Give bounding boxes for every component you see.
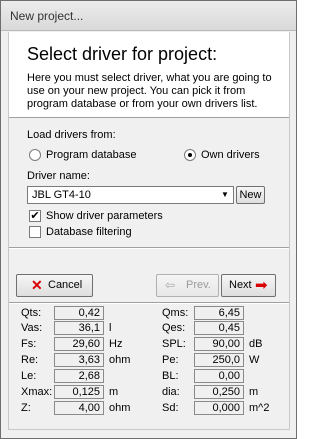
param-value: 0,00 [194, 369, 244, 383]
prev-button[interactable]: ⇦ Prev. [156, 274, 219, 297]
page-description: Here you must select driver, what you ar… [27, 72, 272, 110]
param-label: Xmax: [21, 386, 53, 398]
param-value: 250,0 [194, 353, 244, 367]
param-label: Le: [21, 370, 37, 382]
divider-bottom [9, 302, 289, 304]
param-value: 3,63 [54, 353, 104, 367]
param-unit: m^2 [249, 402, 270, 414]
param-label: Qts: [21, 307, 42, 319]
param-label: Qes: [162, 322, 186, 334]
param-unit: ohm [109, 402, 131, 414]
param-value: 29,60 [54, 337, 104, 351]
title-bar[interactable]: New project... [1, 1, 296, 31]
radio-program-database[interactable] [29, 149, 41, 161]
next-button-label: Next [229, 279, 252, 291]
divider-top [9, 247, 289, 249]
close-icon: ✕ [31, 277, 43, 293]
driver-name-select[interactable]: JBL GT4-10 ▼ [27, 186, 234, 204]
chevron-down-icon[interactable]: ▼ [217, 187, 233, 203]
db-filtering-label[interactable]: Database filtering [46, 226, 132, 238]
param-unit: ohm [109, 354, 131, 366]
param-unit: m [249, 386, 259, 398]
page-title: Select driver for project: [27, 44, 218, 64]
next-button[interactable]: Next ➡ [221, 274, 276, 297]
dialog-window: New project... Select driver for project… [0, 0, 297, 439]
cancel-button-label: Cancel [48, 279, 83, 291]
param-value: 2,68 [54, 369, 104, 383]
param-value: 0,45 [194, 321, 244, 335]
show-params-checkbox[interactable]: ✔ [29, 210, 41, 222]
driver-name-label: Driver name: [27, 170, 90, 182]
param-label: dia: [162, 386, 180, 398]
param-unit: m [109, 386, 119, 398]
param-label: Sd: [162, 402, 179, 414]
driver-name-value: JBL GT4-10 [32, 189, 91, 201]
param-label: Qms: [162, 307, 189, 319]
arrow-left-icon: ⇦ [165, 278, 176, 292]
param-value: 90,00 [194, 337, 244, 351]
param-label: Pe: [162, 354, 179, 366]
param-value: 0,42 [54, 306, 104, 320]
arrow-right-icon: ➡ [255, 277, 268, 294]
param-label: Fs: [21, 338, 37, 350]
param-value: 0,250 [194, 385, 244, 399]
param-unit: dB [249, 338, 263, 350]
radio-own-drivers-label[interactable]: Own drivers [201, 149, 260, 161]
param-unit: W [249, 354, 260, 366]
param-label: Vas: [21, 322, 43, 334]
param-unit: l [109, 322, 112, 334]
param-label: Z: [21, 402, 31, 414]
prev-button-label: Prev. [186, 279, 211, 291]
param-value: 6,45 [194, 306, 244, 320]
load-from-label: Load drivers from: [27, 129, 116, 141]
db-filtering-checkbox[interactable] [29, 226, 41, 238]
param-value: 0,000 [194, 401, 244, 415]
radio-program-database-label[interactable]: Program database [46, 149, 137, 161]
window-title: New project... [10, 9, 84, 23]
param-value: 36,1 [54, 321, 104, 335]
param-value: 4,00 [54, 401, 104, 415]
param-unit: Hz [109, 338, 123, 350]
param-label: BL: [162, 370, 179, 382]
param-label: SPL: [162, 338, 186, 350]
new-driver-button[interactable]: New [236, 186, 265, 204]
cancel-button[interactable]: ✕ Cancel [16, 274, 93, 297]
show-params-label[interactable]: Show driver parameters [46, 210, 163, 222]
param-label: Re: [21, 354, 39, 366]
header-panel: Select driver for project: Here you must… [9, 32, 289, 118]
radio-own-drivers[interactable] [184, 149, 196, 161]
param-value: 0,125 [54, 385, 104, 399]
